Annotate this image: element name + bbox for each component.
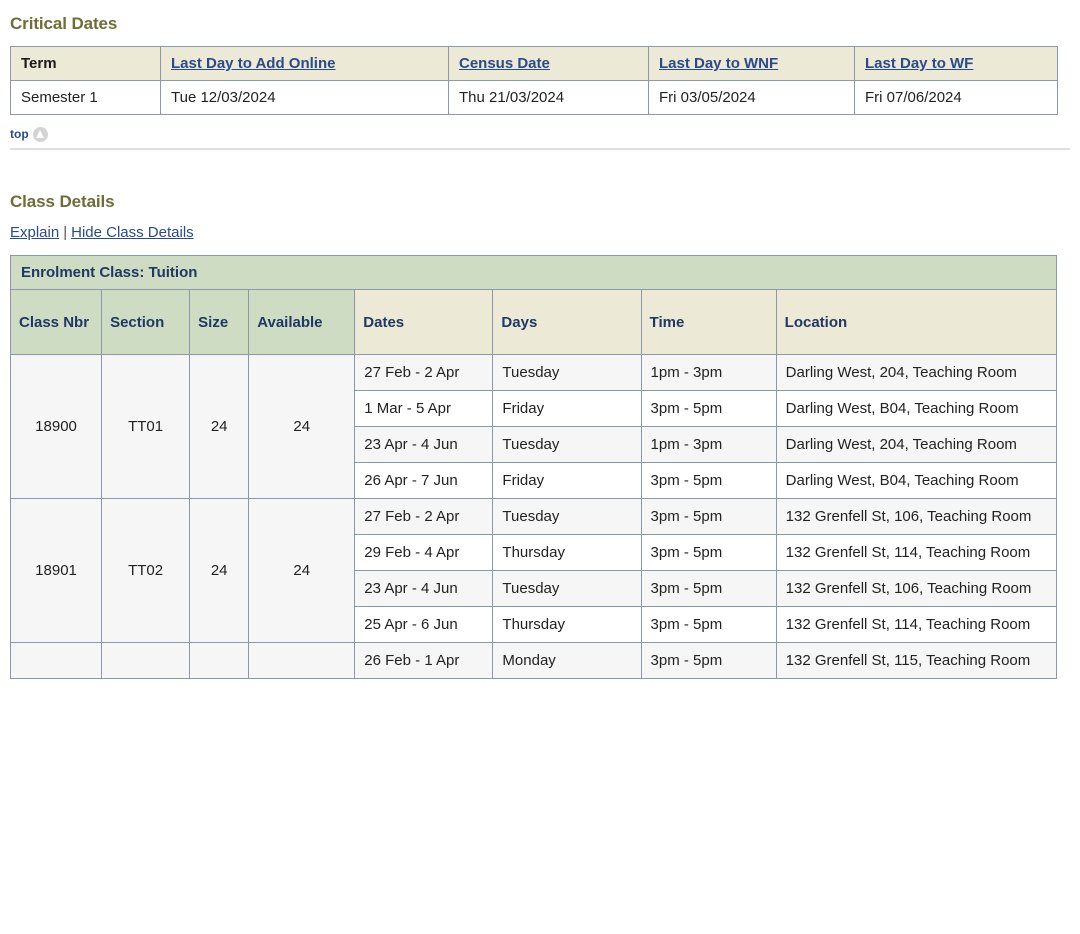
column-header-last-day-add-online: Last Day to Add Online: [160, 46, 449, 81]
cell-days: Friday: [492, 462, 642, 499]
up-arrow-circle-icon: [32, 126, 48, 142]
column-header-last-day-wnf-link[interactable]: Last Day to WNF: [659, 55, 778, 72]
cell-dates: 27 Feb - 2 Apr: [354, 354, 494, 391]
column-header-last-day-wnf: Last Day to WNF: [648, 46, 855, 81]
cell-time: 3pm - 5pm: [640, 534, 777, 571]
cell-days: Thursday: [492, 534, 642, 571]
table-row: Semester 1 Tue 12/03/2024 Thu 21/03/2024…: [10, 80, 1058, 115]
cell-location: 132 Grenfell St, 106, Teaching Room: [775, 570, 1058, 607]
cell-dates: 23 Apr - 4 Jun: [354, 426, 494, 463]
cell-time: 3pm - 5pm: [640, 498, 777, 535]
cell-time: 3pm - 5pm: [640, 570, 777, 607]
cell-location: 132 Grenfell St, 115, Teaching Room: [775, 642, 1058, 679]
class-details-body: 18900 TT01 24 24 27 Feb - 2 Apr Tuesday 1pm - …: [9, 354, 1058, 679]
link-separator: |: [63, 224, 68, 241]
column-header-class-nbr: Class Nbr: [9, 289, 103, 355]
column-header-last-day-wf-link[interactable]: Last Day to WF: [865, 55, 973, 72]
class-details-links: Explain | Hide Class Details: [10, 224, 1070, 241]
cell-location: Darling West, 204, Teaching Room: [775, 354, 1058, 391]
page-content: Critical Dates Term Last Day to Add Onli…: [0, 14, 1080, 679]
cell-days: Tuesday: [492, 354, 642, 391]
column-header-size: Size: [189, 289, 250, 355]
cell-location: 132 Grenfell St, 114, Teaching Room: [775, 606, 1058, 643]
cell-time: 1pm - 3pm: [640, 354, 777, 391]
cell-days: Thursday: [492, 606, 642, 643]
cell-days: Monday: [492, 642, 642, 679]
class-details-table: Enrolment Class: Tuition Class Nbr Secti…: [9, 255, 1058, 679]
cell-section: TT01: [101, 354, 191, 499]
enrolment-class-banner: Enrolment Class: Tuition: [10, 255, 1057, 290]
cell-dates: 23 Apr - 4 Jun: [354, 570, 494, 607]
cell-class-nbr: [9, 642, 103, 679]
column-header-census-date-link[interactable]: Census Date: [459, 55, 550, 72]
cell-size: [189, 642, 250, 679]
cell-dates: 1 Mar - 5 Apr: [354, 390, 494, 427]
cell-section: TT02: [101, 498, 191, 643]
column-header-section: Section: [101, 289, 191, 355]
cell-time: 3pm - 5pm: [640, 390, 777, 427]
cell-dates: 29 Feb - 4 Apr: [354, 534, 494, 571]
class-details-header-row: Class Nbr Section Size Available Dates D…: [9, 289, 1058, 355]
class-details-heading: Class Details: [10, 192, 115, 211]
cell-location: Darling West, B04, Teaching Room: [775, 462, 1058, 499]
cell-available: 24: [248, 498, 356, 643]
cell-last-day-wnf: Fri 03/05/2024: [648, 80, 855, 115]
back-to-top-label: top: [10, 127, 29, 141]
cell-time: 1pm - 3pm: [640, 426, 777, 463]
cell-location: Darling West, 204, Teaching Room: [775, 426, 1058, 463]
column-header-last-day-wf: Last Day to WF: [854, 46, 1058, 81]
cell-location: 132 Grenfell St, 114, Teaching Room: [775, 534, 1058, 571]
cell-location: Darling West, B04, Teaching Room: [775, 390, 1058, 427]
table-row: 18901 TT02 24 24 27 Feb - 2 Apr Tuesday 3pm - …: [9, 498, 1058, 643]
column-header-available: Available: [248, 289, 356, 355]
critical-dates-header-row: Term Last Day to Add Online Census Date …: [10, 46, 1058, 81]
cell-time: 3pm - 5pm: [640, 642, 777, 679]
enrolment-class-banner-row: Enrolment Class: Tuition: [10, 255, 1057, 290]
column-header-location: Location: [775, 289, 1058, 355]
cell-size: 24: [189, 354, 250, 499]
column-header-term: Term: [10, 46, 161, 81]
cell-days: Tuesday: [492, 570, 642, 607]
column-header-term-label: Term: [21, 55, 57, 72]
table-row: 18900 TT01 24 24 27 Feb - 2 Apr Tuesday 1pm - …: [9, 354, 1058, 499]
cell-dates: 26 Apr - 7 Jun: [354, 462, 494, 499]
hide-class-details-link[interactable]: Hide Class Details: [71, 224, 194, 241]
table-row: 26 Feb - 1 Apr Monday 3pm - 5pm 132 Grenfel…: [9, 642, 1058, 679]
column-header-dates: Dates: [354, 289, 494, 355]
explain-link[interactable]: Explain: [10, 224, 59, 241]
cell-days: Friday: [492, 390, 642, 427]
cell-last-day-add-online: Tue 12/03/2024: [160, 80, 449, 115]
cell-time: 3pm - 5pm: [640, 462, 777, 499]
cell-section: [101, 642, 191, 679]
top-link-row: top: [10, 125, 1070, 150]
cell-dates: 27 Feb - 2 Apr: [354, 498, 494, 535]
critical-dates-heading: Critical Dates: [10, 14, 118, 33]
cell-days: Tuesday: [492, 498, 642, 535]
cell-census-date: Thu 21/03/2024: [448, 80, 649, 115]
column-header-last-day-add-online-link[interactable]: Last Day to Add Online: [171, 55, 335, 72]
cell-class-nbr: 18901: [9, 498, 103, 643]
back-to-top-link[interactable]: top: [10, 126, 48, 142]
cell-time: 3pm - 5pm: [640, 606, 777, 643]
cell-last-day-wf: Fri 07/06/2024: [854, 80, 1058, 115]
column-header-time: Time: [640, 289, 777, 355]
cell-days: Tuesday: [492, 426, 642, 463]
cell-dates: 26 Feb - 1 Apr: [354, 642, 494, 679]
cell-dates: 25 Apr - 6 Jun: [354, 606, 494, 643]
cell-class-nbr: 18900: [9, 354, 103, 499]
cell-location: 132 Grenfell St, 106, Teaching Room: [775, 498, 1058, 535]
cell-available: 24: [248, 354, 356, 499]
cell-term: Semester 1: [10, 80, 161, 115]
column-header-days: Days: [492, 289, 642, 355]
cell-size: 24: [189, 498, 250, 643]
cell-available: [248, 642, 356, 679]
critical-dates-table: Term Last Day to Add Online Census Date …: [10, 46, 1058, 115]
column-header-census-date: Census Date: [448, 46, 649, 81]
